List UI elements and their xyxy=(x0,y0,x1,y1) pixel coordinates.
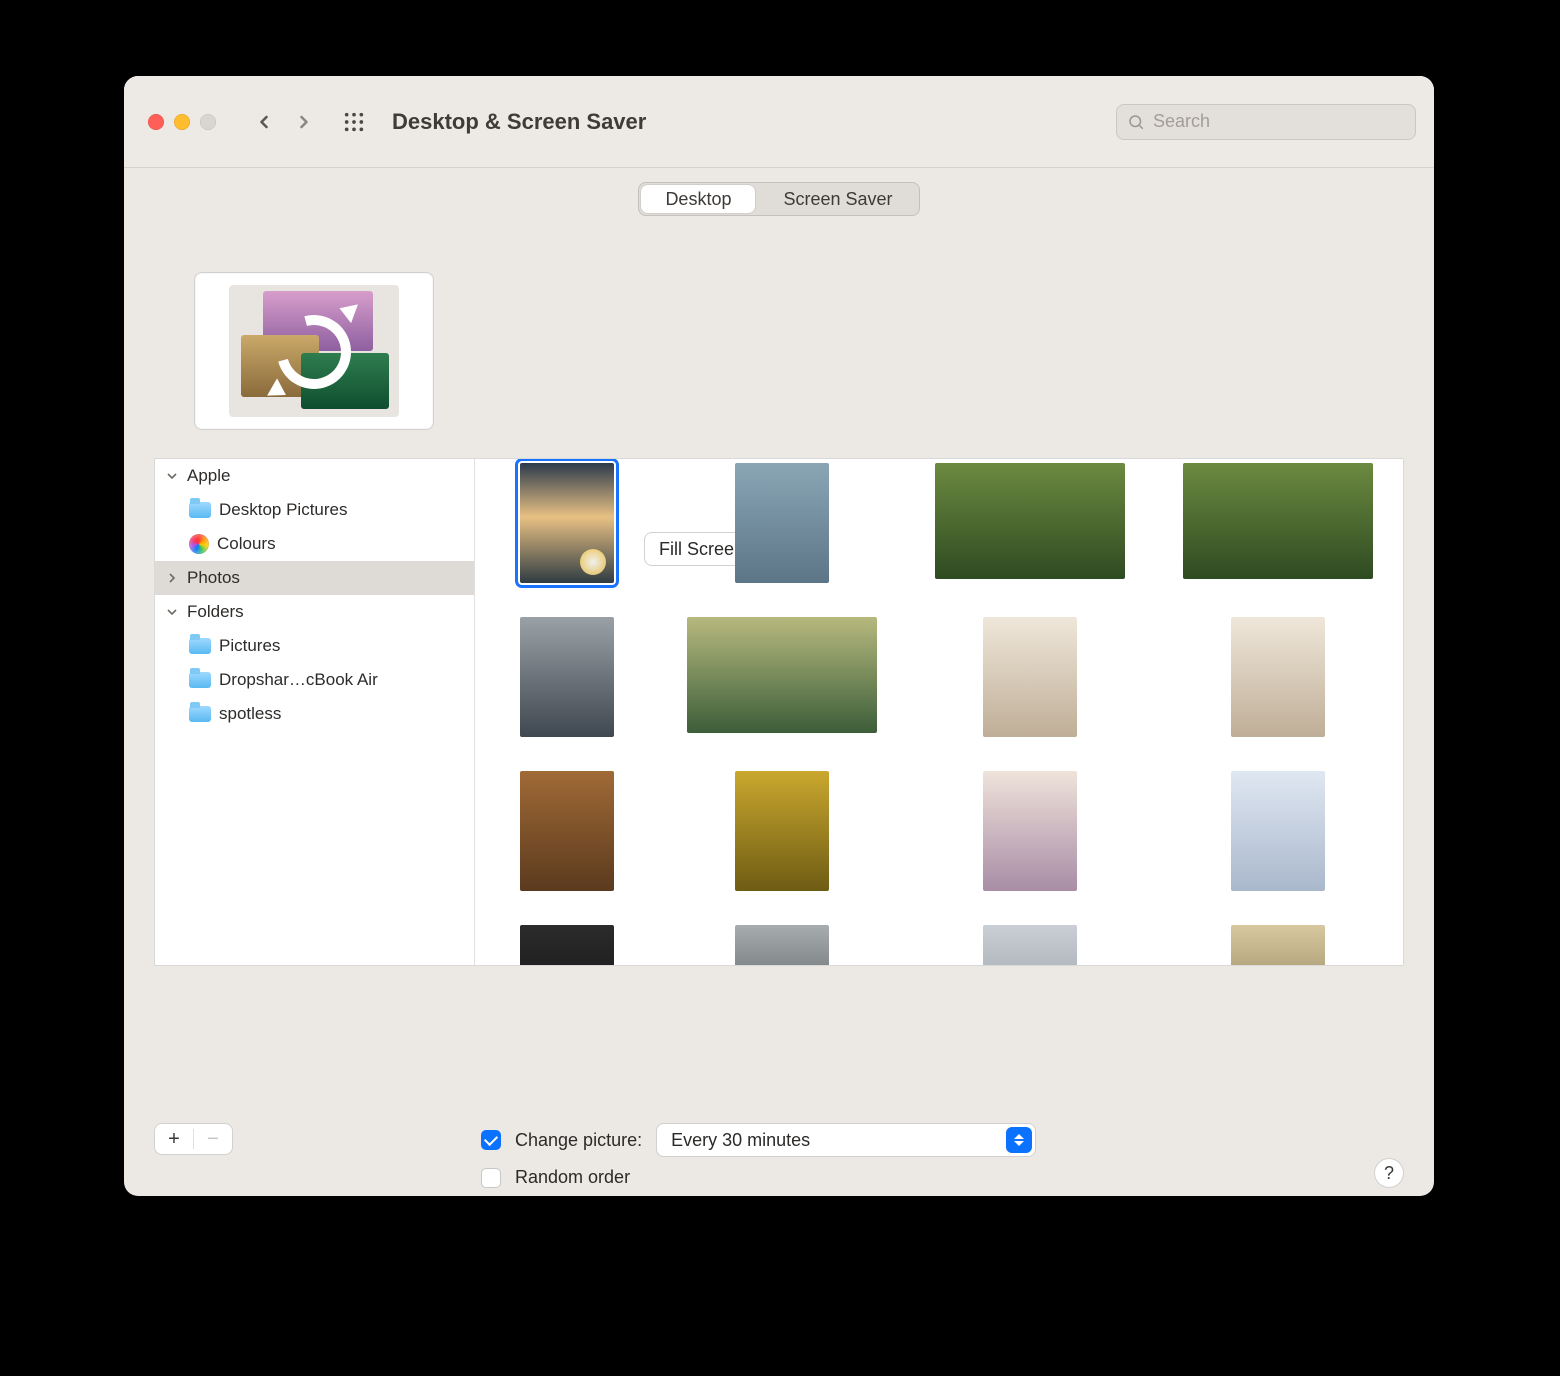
sidebar-item-dropshare[interactable]: Dropshar…cBook Air xyxy=(155,663,474,697)
sidebar-section-folders[interactable]: Folders xyxy=(155,595,474,629)
cycle-icon xyxy=(229,285,399,417)
thumbnail[interactable] xyxy=(983,617,1077,737)
search-icon xyxy=(1127,113,1145,131)
thumbnail[interactable] xyxy=(520,771,614,891)
sidebar-section-apple[interactable]: Apple xyxy=(155,459,474,493)
add-remove-control: + − xyxy=(154,1123,233,1155)
source-split: Apple Desktop Pictures Colours Photos xyxy=(154,458,1404,966)
random-order-label: Random order xyxy=(515,1167,630,1188)
back-button[interactable] xyxy=(244,102,284,142)
change-picture-label: Change picture: xyxy=(515,1130,642,1151)
window-title: Desktop & Screen Saver xyxy=(392,109,646,135)
search-field[interactable] xyxy=(1116,104,1416,140)
zoom-window-button xyxy=(200,114,216,130)
tab-screen-saver[interactable]: Screen Saver xyxy=(757,183,918,215)
thumbnail[interactable] xyxy=(520,463,614,583)
help-button[interactable]: ? xyxy=(1374,1158,1404,1188)
sidebar-item-label: spotless xyxy=(219,704,281,724)
thumbnail[interactable] xyxy=(520,925,614,965)
thumbnail[interactable] xyxy=(1183,463,1373,579)
sidebar-item-label: Colours xyxy=(217,534,276,554)
thumbnail[interactable] xyxy=(1231,771,1325,891)
add-folder-button[interactable]: + xyxy=(155,1124,193,1154)
thumbnail[interactable] xyxy=(735,463,829,583)
chevron-right-icon xyxy=(165,573,179,583)
window-controls xyxy=(148,114,216,130)
thumbnail[interactable] xyxy=(520,617,614,737)
toolbar: Desktop & Screen Saver xyxy=(124,76,1434,168)
change-interval-value: Every 30 minutes xyxy=(671,1130,810,1151)
content-area: Desktop Screen Saver Fill Screen xyxy=(124,182,1434,1196)
desktop-preview xyxy=(194,272,434,430)
folder-icon xyxy=(189,502,211,518)
sidebar-item-label: Pictures xyxy=(219,636,280,656)
thumbnail[interactable] xyxy=(935,463,1125,579)
sidebar-section-label: Apple xyxy=(187,466,230,486)
thumbnail[interactable] xyxy=(983,925,1077,965)
sidebar-item-spotless[interactable]: spotless xyxy=(155,697,474,731)
folder-icon xyxy=(189,706,211,722)
minimize-window-button[interactable] xyxy=(174,114,190,130)
change-interval-select[interactable]: Every 30 minutes xyxy=(656,1123,1036,1157)
tab-desktop[interactable]: Desktop xyxy=(641,185,755,213)
sidebar-section-label: Folders xyxy=(187,602,244,622)
fit-mode-value: Fill Screen xyxy=(659,539,744,560)
thumbnail[interactable] xyxy=(735,771,829,891)
sidebar-item-pictures[interactable]: Pictures xyxy=(155,629,474,663)
thumbnail[interactable] xyxy=(735,925,829,965)
search-input[interactable] xyxy=(1153,111,1405,132)
folder-icon xyxy=(189,638,211,654)
remove-folder-button: − xyxy=(194,1124,232,1154)
colour-wheel-icon xyxy=(189,534,209,554)
show-all-button[interactable] xyxy=(334,102,374,142)
thumbnail[interactable] xyxy=(983,771,1077,891)
sidebar-item-desktop-pictures[interactable]: Desktop Pictures xyxy=(155,493,474,527)
sidebar-section-label: Photos xyxy=(187,568,240,588)
random-order-checkbox[interactable] xyxy=(481,1168,501,1188)
thumbnail[interactable] xyxy=(687,617,877,733)
footer: + − Change picture: Every 30 minutes Ran… xyxy=(154,1123,1404,1188)
chevron-down-icon xyxy=(165,607,179,617)
sidebar-item-colours[interactable]: Colours xyxy=(155,527,474,561)
thumbnail[interactable] xyxy=(1231,925,1325,965)
forward-button xyxy=(284,102,324,142)
thumbnail-grid[interactable] xyxy=(475,459,1403,965)
sidebar-section-photos[interactable]: Photos xyxy=(155,561,474,595)
sidebar-item-label: Desktop Pictures xyxy=(219,500,348,520)
source-sidebar[interactable]: Apple Desktop Pictures Colours Photos xyxy=(155,459,475,965)
change-picture-checkbox[interactable] xyxy=(481,1130,501,1150)
chevron-down-icon xyxy=(165,471,179,481)
chevron-up-down-icon xyxy=(1006,1127,1032,1153)
folder-icon xyxy=(189,672,211,688)
thumbnail[interactable] xyxy=(1231,617,1325,737)
preferences-window: Desktop & Screen Saver Desktop Screen Sa… xyxy=(124,76,1434,1196)
close-window-button[interactable] xyxy=(148,114,164,130)
sidebar-item-label: Dropshar…cBook Air xyxy=(219,670,378,690)
tab-segmented-control: Desktop Screen Saver xyxy=(638,182,919,216)
